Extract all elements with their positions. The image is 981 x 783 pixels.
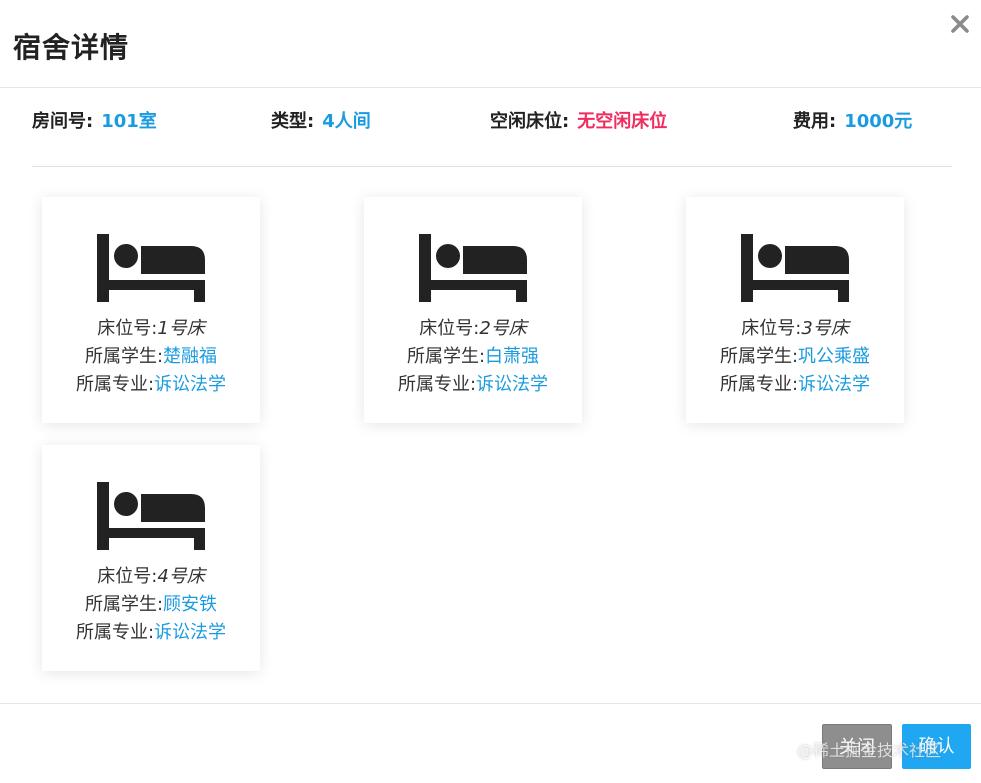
room-type-label: 类型: xyxy=(271,111,315,132)
room-number-value: 101室 xyxy=(101,111,157,132)
student-row: 所属学生:顾安铁 xyxy=(42,591,260,619)
close-button[interactable]: 关闭 xyxy=(822,724,892,769)
bed-number-value: 3号床 xyxy=(801,318,849,339)
free-beds-value: 无空闲床位 xyxy=(577,111,668,132)
bed-number-label: 床位号: xyxy=(97,318,158,339)
student-row: 所属学生:巩公乘盛 xyxy=(686,343,904,371)
bed-card[interactable]: 床位号:1号床 所属学生:楚融福 所属专业:诉讼法学 xyxy=(42,197,260,423)
modal-title: 宿舍详情 xyxy=(13,31,130,64)
student-label: 所属学生: xyxy=(84,346,164,367)
divider xyxy=(32,166,952,167)
student-name[interactable]: 楚融福 xyxy=(163,346,217,367)
major-value[interactable]: 诉讼法学 xyxy=(154,622,226,643)
room-info-row: 房间号: 101室 类型: 4人间 空闲床位: 无空闲床位 费用: 1000元 xyxy=(32,108,952,138)
major-label: 所属专业: xyxy=(719,374,799,395)
bed-number-row: 床位号:4号床 xyxy=(42,563,260,591)
bed-number-value: 1号床 xyxy=(157,318,205,339)
student-row: 所属学生:楚融福 xyxy=(42,343,260,371)
major-label: 所属专业: xyxy=(75,622,155,643)
student-label: 所属学生: xyxy=(84,594,164,615)
room-fee-label: 费用: xyxy=(793,111,837,132)
bed-number-value: 2号床 xyxy=(479,318,527,339)
student-name[interactable]: 巩公乘盛 xyxy=(798,346,870,367)
bed-number-value: 4号床 xyxy=(157,566,205,587)
major-row: 所属专业:诉讼法学 xyxy=(42,371,260,399)
student-label: 所属学生: xyxy=(406,346,486,367)
free-beds: 空闲床位: 无空闲床位 xyxy=(490,108,667,136)
major-row: 所属专业:诉讼法学 xyxy=(42,619,260,647)
modal-header: 宿舍详情 xyxy=(0,0,981,88)
room-type-value: 4人间 xyxy=(322,111,371,132)
bed-number-label: 床位号: xyxy=(97,566,158,587)
room-fee: 费用: 1000元 xyxy=(793,108,912,136)
room-type: 类型: 4人间 xyxy=(271,108,371,136)
student-label: 所属学生: xyxy=(719,346,799,367)
bed-icon xyxy=(97,482,205,550)
bed-card[interactable]: 床位号:2号床 所属学生:白萧强 所属专业:诉讼法学 xyxy=(364,197,582,423)
major-label: 所属专业: xyxy=(397,374,477,395)
bed-number-label: 床位号: xyxy=(741,318,802,339)
footer-divider xyxy=(0,703,981,704)
student-name[interactable]: 白萧强 xyxy=(485,346,539,367)
bed-icon xyxy=(419,234,527,302)
bed-icon xyxy=(741,234,849,302)
confirm-button[interactable]: 确认 xyxy=(902,724,971,769)
bed-number-row: 床位号:3号床 xyxy=(686,315,904,343)
bed-number-row: 床位号:2号床 xyxy=(364,315,582,343)
bed-number-row: 床位号:1号床 xyxy=(42,315,260,343)
student-row: 所属学生:白萧强 xyxy=(364,343,582,371)
room-fee-value: 1000元 xyxy=(844,111,913,132)
room-number: 房间号: 101室 xyxy=(32,108,157,136)
major-row: 所属专业:诉讼法学 xyxy=(364,371,582,399)
major-value[interactable]: 诉讼法学 xyxy=(476,374,548,395)
major-value[interactable]: 诉讼法学 xyxy=(798,374,870,395)
bed-number-label: 床位号: xyxy=(419,318,480,339)
student-name[interactable]: 顾安铁 xyxy=(163,594,217,615)
bed-card[interactable]: 床位号:3号床 所属学生:巩公乘盛 所属专业:诉讼法学 xyxy=(686,197,904,423)
bed-card[interactable]: 床位号:4号床 所属学生:顾安铁 所属专业:诉讼法学 xyxy=(42,445,260,671)
close-icon[interactable] xyxy=(949,12,971,36)
bed-icon xyxy=(97,234,205,302)
room-number-label: 房间号: xyxy=(32,111,94,132)
free-beds-label: 空闲床位: xyxy=(490,111,570,132)
major-row: 所属专业:诉讼法学 xyxy=(686,371,904,399)
major-label: 所属专业: xyxy=(75,374,155,395)
major-value[interactable]: 诉讼法学 xyxy=(154,374,226,395)
